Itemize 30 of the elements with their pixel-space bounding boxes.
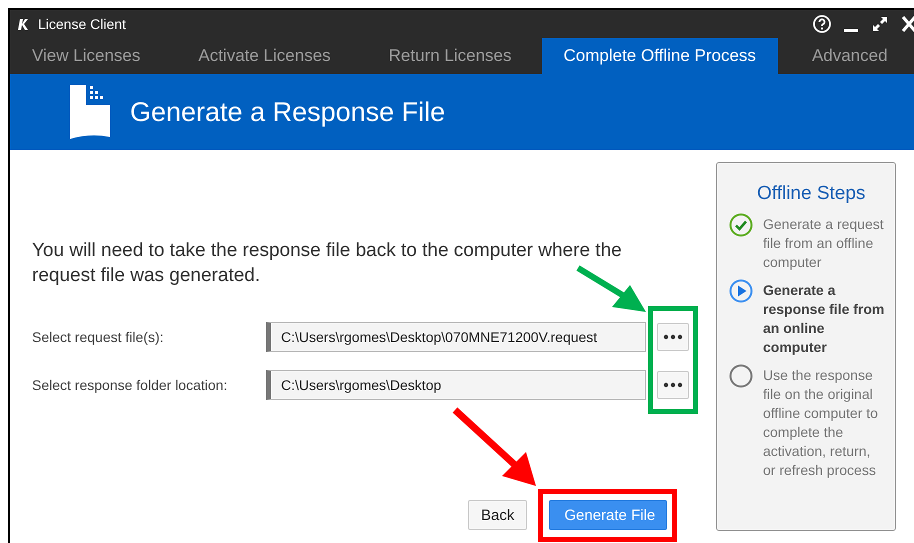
step-text: Generate a request file from an offline computer	[763, 215, 885, 272]
document-icon	[68, 83, 112, 141]
page-title: Generate a Response File	[130, 96, 446, 128]
ellipsis-icon	[663, 382, 683, 388]
tab[interactable]: Complete Offline Process	[542, 38, 778, 74]
tab[interactable]: Return Licenses	[360, 38, 542, 74]
path-field[interactable]: C:\Users\rgomes\Desktop	[266, 370, 646, 400]
instruction-text: You will need to take the response file back to the computer where the request file was generated.	[32, 239, 623, 288]
window-title: License Client	[38, 16, 126, 32]
help-icon[interactable]	[812, 14, 832, 34]
browse-button[interactable]	[657, 323, 689, 351]
check-circle-icon	[729, 213, 753, 237]
field-label: Select request file(s):	[32, 329, 164, 345]
play-circle-icon	[729, 279, 753, 303]
path-field[interactable]: C:\Users\rgomes\Desktop\070MNE71200V.request	[266, 322, 646, 352]
field-label: Select response folder location:	[32, 377, 228, 393]
generate-button[interactable]: Generate File	[549, 500, 668, 530]
panel-title: Offline Steps	[756, 183, 866, 205]
tab[interactable]: View Licenses	[10, 38, 168, 74]
step-text: Generate a response file from an online computer	[763, 281, 885, 357]
ellipsis-icon	[663, 334, 683, 340]
back-button[interactable]: Back	[468, 500, 528, 530]
tab[interactable]: Activate Licenses	[168, 38, 361, 74]
annotation-arrow	[576, 265, 646, 312]
empty-circle-icon	[729, 364, 753, 388]
tab[interactable]: Advanced	[778, 38, 908, 74]
step-text: Use the response file on the original offline computer to complete the activation, return, or refresh process	[763, 366, 879, 480]
maximize-icon[interactable]	[870, 14, 890, 34]
browse-button[interactable]	[657, 371, 689, 399]
close-icon[interactable]	[900, 14, 914, 34]
